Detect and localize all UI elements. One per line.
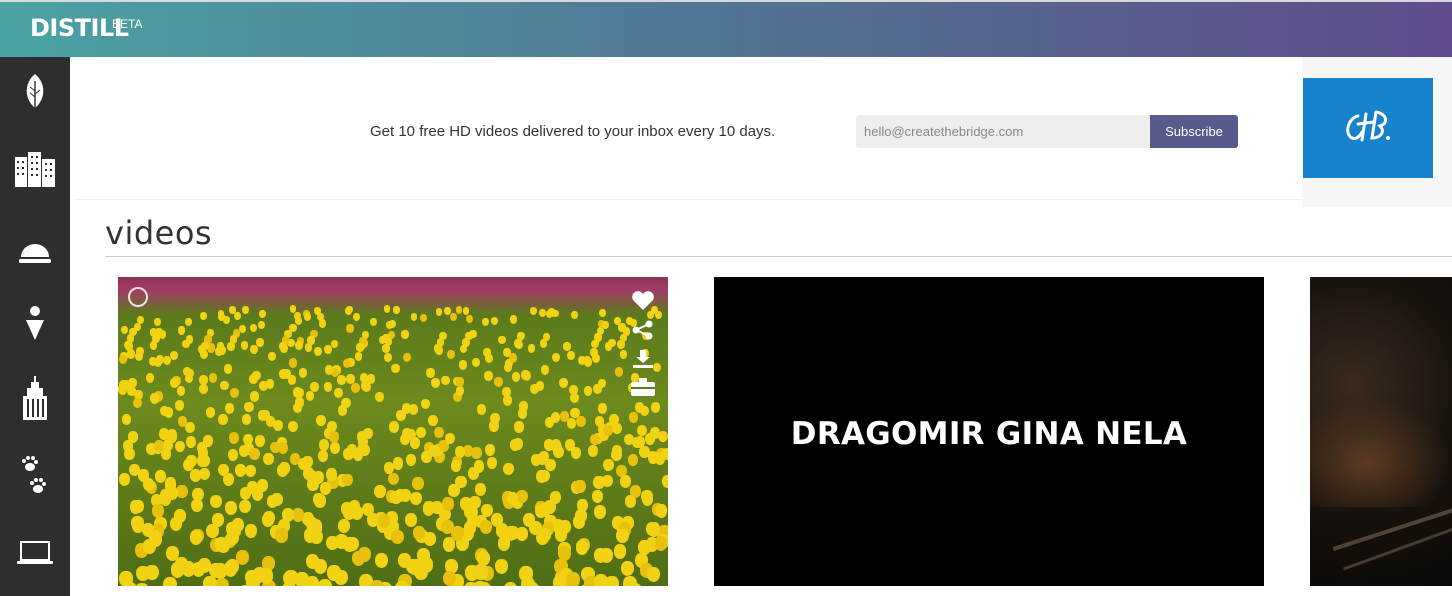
loading-spinner-icon (128, 287, 148, 307)
sidebar-item-buildings[interactable] (0, 149, 70, 189)
video-thumbnail (1310, 277, 1452, 586)
video-thumbnail (118, 277, 668, 586)
video-actions (630, 291, 656, 396)
email-field[interactable] (856, 115, 1151, 148)
section-divider (105, 256, 1452, 257)
sidebar-item-nature[interactable] (0, 72, 70, 112)
buildings-icon (15, 152, 55, 187)
skyscraper-icon (23, 376, 47, 420)
video-card[interactable] (118, 277, 668, 586)
ctb-logo-icon (1346, 110, 1390, 142)
download-icon[interactable] (632, 349, 654, 369)
sidebar-item-city[interactable] (0, 375, 70, 421)
section-title: videos (105, 214, 213, 252)
paw-prints-icon (22, 456, 46, 493)
video-card[interactable]: DRAGOMIR GINA NELA (714, 277, 1264, 586)
sponsor-ad[interactable] (1303, 78, 1433, 178)
video-card[interactable] (1310, 277, 1452, 586)
laptop-icon (17, 541, 53, 564)
video-title: DRAGOMIR GINA NELA (790, 416, 1188, 452)
sidebar-item-food[interactable] (0, 237, 70, 269)
sidebar-item-animals[interactable] (0, 455, 70, 497)
subscribe-button[interactable]: Subscribe (1150, 115, 1238, 148)
sidebar-item-tech[interactable] (0, 537, 70, 569)
food-dome-icon (19, 244, 51, 263)
beta-badge: BETA (112, 17, 143, 31)
sidebar (0, 57, 70, 596)
person-icon (26, 306, 44, 340)
promo-text: Get 10 free HD videos delivered to your … (370, 123, 776, 140)
embed-icon[interactable] (631, 378, 655, 396)
share-icon[interactable] (632, 320, 654, 340)
newsletter-banner: Get 10 free HD videos delivered to your … (76, 57, 1302, 200)
heart-icon[interactable] (631, 291, 655, 311)
sidebar-item-people[interactable] (0, 302, 70, 344)
leaf-icon (26, 74, 44, 108)
top-bar: DISTILL BETA (0, 0, 1452, 57)
